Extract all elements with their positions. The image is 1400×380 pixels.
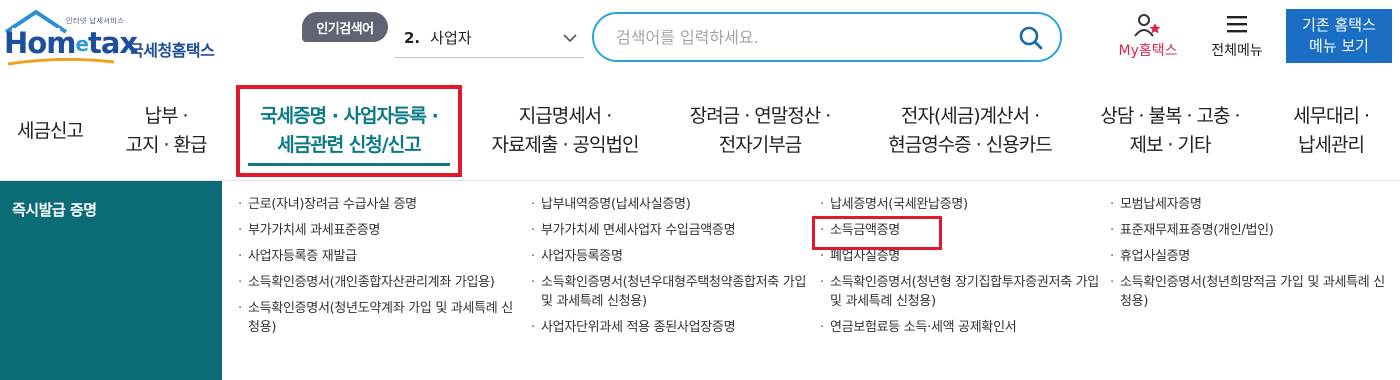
chevron-down-icon [563, 34, 577, 43]
logo-korean-name: 국세청홈택스 [129, 41, 215, 60]
hamburger-menu-icon [1227, 16, 1247, 33]
main-nav: 세금신고 납부 · 고지 · 환급 국세증명 · 사업자등록 · 세금관련 신청/신… [0, 82, 1400, 180]
header: 인터넷 납세서비스 Hometax 국세청홈택스 인기검색어 2. 사업자 My… [0, 0, 1400, 82]
nav-tax-filing[interactable]: 세금신고 [0, 82, 100, 180]
popular-term: 사업자 [430, 29, 472, 47]
nav-incentives[interactable]: 장려금 · 연말정산 · 전자기부금 [660, 82, 860, 180]
submenu-column-4: 모범납세자증명 표준재무제표증명(개인/법인) 휴업사실증명 소득확인증명서(청… [1108, 195, 1393, 318]
nav-consulting[interactable]: 상담 · 불복 · 고충 · 제보 · 기타 [1080, 82, 1260, 180]
user-star-icon [1134, 14, 1161, 37]
popular-search-dropdown[interactable]: 2. 사업자 [394, 18, 584, 58]
submenu-link[interactable]: 부가가치세 과세표준증명 [236, 221, 521, 240]
submenu-link[interactable]: 소득확인증명서(청년형 장기집합투자증권저축 가입 및 과세특례 신청용) [818, 273, 1103, 311]
submenu-link[interactable]: 폐업사실증명 [818, 247, 1103, 266]
popular-rank: 2. [404, 28, 421, 47]
submenu-link[interactable]: 표준재무제표증명(개인/법인) [1108, 221, 1393, 240]
legacy-line1: 기존 홈택스 [1302, 16, 1376, 34]
hometax-logo[interactable]: 인터넷 납세서비스 Hometax 국세청홈택스 [4, 8, 234, 68]
submenu-link[interactable]: 부가가치세 면세사업자 수입금액증명 [529, 221, 814, 240]
search-input[interactable] [616, 24, 1006, 50]
submenu-link[interactable]: 소득확인증명서(청년우대형주택청약종합저축 가입 및 과세특례 신청용) [529, 273, 814, 311]
submenu-column-2: 납부내역증명(납세사실증명) 부가가치세 면세사업자 수입금액증명 사업자등록증… [529, 195, 814, 344]
legacy-line2: 메뉴 보기 [1309, 37, 1369, 55]
submenu-link[interactable]: 근로(자녀)장려금 수급사실 증명 [236, 195, 521, 214]
active-nav-underline [248, 163, 450, 166]
submenu-link[interactable]: 모범납세자증명 [1108, 195, 1393, 214]
submenu-link[interactable]: 휴업사실증명 [1108, 247, 1393, 266]
nav-tax-agent[interactable]: 세무대리 · 납세관리 [1266, 82, 1396, 180]
submenu-link[interactable]: 납부내역증명(납세사실증명) [529, 195, 814, 214]
all-menu-button[interactable]: 전체메뉴 [1200, 10, 1274, 70]
submenu-link[interactable]: 연금보험료등 소득·세액 공제확인서 [818, 318, 1103, 337]
submenu-link[interactable]: 납세증명서(국세완납증명) [818, 195, 1103, 214]
nav-payment[interactable]: 납부 · 고지 · 환급 [100, 82, 232, 180]
logo-brand: Hometax [4, 26, 138, 60]
nav-e-invoice[interactable]: 전자(세금)계산서 · 현금영수증 · 신용카드 [860, 82, 1080, 180]
submenu-link[interactable]: 소득확인증명서(청년도약계좌 가입 및 과세특례 신청용) [236, 299, 521, 337]
submenu-link[interactable]: 소득확인증명서(청년희망적금 가입 및 과세특례 신청용) [1108, 273, 1393, 311]
submenu-link[interactable]: 사업자등록증명 [529, 247, 814, 266]
nav-certificates[interactable]: 국세증명 · 사업자등록 · 세금관련 신청/신고 [236, 82, 462, 180]
popular-search-badge: 인기검색어 [302, 12, 388, 42]
my-hometax-button[interactable]: My홈택스 [1108, 10, 1188, 70]
submenu-link[interactable]: 사업자단위과세 적용 종된사업장증명 [529, 318, 814, 337]
submenu-link[interactable]: 사업자등록증 재발급 [236, 247, 521, 266]
submenu-title: 즉시발급 증명 [12, 201, 97, 219]
my-hometax-label: My홈택스 [1118, 43, 1178, 59]
legacy-hometax-button[interactable]: 기존 홈택스메뉴 보기 [1286, 9, 1392, 63]
nav-statements[interactable]: 지급명세서 · 자료제출 · 공익법인 [470, 82, 660, 180]
all-menu-label: 전체메뉴 [1211, 43, 1263, 59]
submenu-link[interactable]: 소득확인증명서(개인종합자산관리계좌 가입용) [236, 273, 521, 292]
logo-tagline: 인터넷 납세서비스 [66, 17, 125, 25]
submenu-column-1: 근로(자녀)장려금 수급사실 증명 부가가치세 과세표준증명 사업자등록증 재발… [236, 195, 521, 344]
search-icon[interactable] [1018, 25, 1044, 51]
logo-swoosh-icon [7, 58, 115, 66]
certificates-submenu: 즉시발급 증명 근로(자녀)장려금 수급사실 증명 부가가치세 과세표준증명 사… [0, 180, 1400, 380]
submenu-sidebar: 즉시발급 증명 [0, 181, 222, 380]
submenu-column-3: 납세증명서(국세완납증명) 소득금액증명 폐업사실증명 소득확인증명서(청년형 … [818, 195, 1103, 344]
submenu-link-income-certificate[interactable]: 소득금액증명 [818, 221, 1103, 240]
search-box [592, 12, 1062, 62]
